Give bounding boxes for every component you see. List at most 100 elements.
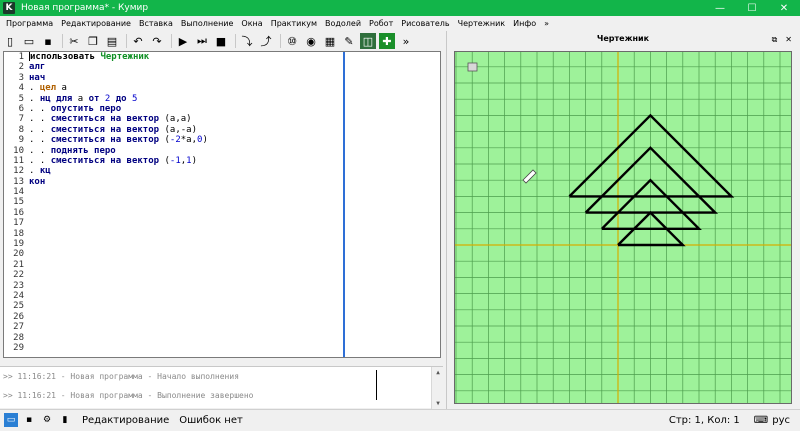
- maximize-button[interactable]: ☐: [736, 0, 768, 16]
- window-title: Новая программа* - Кумир: [21, 3, 149, 13]
- line-number: 4: [18, 83, 24, 94]
- line-number: 13: [13, 176, 24, 187]
- save-status-icon[interactable]: ▪: [22, 413, 36, 427]
- code-token: -2: [169, 135, 181, 146]
- app-icon: K: [3, 2, 15, 14]
- code-token: ): [202, 135, 208, 146]
- code-editor[interactable]: 1 2 3 4 5 6 7 8 9 10 11 12 13 14 15 16 17 18 19 20 21 22 23 24 2…: [3, 51, 441, 358]
- code-token: .: [29, 93, 40, 104]
- code-token: . .: [29, 114, 51, 125]
- line-number: 15: [13, 197, 24, 208]
- dolphin-icon[interactable]: ◉: [303, 33, 319, 49]
- paste-icon[interactable]: ▤: [104, 33, 120, 49]
- toolbar-overflow-icon[interactable]: »: [398, 33, 414, 49]
- drawer-icon[interactable]: ◫: [360, 33, 376, 49]
- line-number: 17: [13, 218, 24, 229]
- drawing-svg: [455, 52, 791, 403]
- code-area[interactable]: использовать Чертежник алг нач. цел а. нц …: [29, 52, 344, 357]
- keyboard-icon: ⌨: [753, 415, 769, 426]
- run-icon[interactable]: ▶: [175, 33, 191, 49]
- grid-icon[interactable]: ▦: [322, 33, 338, 49]
- code-line[interactable]: . цел а: [29, 83, 344, 93]
- step-out-icon[interactable]: ⤴: [258, 33, 274, 49]
- line-number: 26: [13, 311, 24, 322]
- code-token: сместиться на вектор: [50, 124, 160, 135]
- toolbar: ▯ ▭ ▪ ✂ ❐ ▤ ↶ ↷ ▶ ⏭ ■ ⤵ ⤴ ⑩ ◉ ▦ ✎ ◫ ✚»: [0, 31, 446, 51]
- run-step-icon[interactable]: ⏭: [194, 33, 210, 49]
- code-token: ): [191, 155, 198, 166]
- copy-icon[interactable]: ❐: [85, 33, 101, 49]
- line-number: 9: [18, 135, 24, 146]
- code-token: а: [72, 93, 89, 104]
- line-number: 1: [18, 52, 24, 62]
- code-line[interactable]: . . сместиться на вектор (-1,1): [29, 156, 344, 166]
- code-line[interactable]: . . опустить перо: [29, 104, 344, 114]
- scroll-up-icon[interactable]: ▲: [434, 369, 442, 376]
- code-line[interactable]: кон: [29, 177, 344, 187]
- console-line: >> 11:16:21 - Новая программа - Начало в…: [3, 372, 240, 381]
- redo-icon[interactable]: ↷: [149, 33, 165, 49]
- code-token: .: [29, 83, 40, 94]
- code-line[interactable]: . . сместиться на вектор (а,а): [29, 114, 344, 124]
- code-token: . .: [29, 124, 51, 135]
- line-number: 29: [13, 342, 24, 353]
- line-number: 12: [13, 166, 24, 177]
- menu-item[interactable]: Окна: [237, 19, 266, 28]
- stop-icon[interactable]: ■: [213, 33, 229, 49]
- save-icon[interactable]: ▪: [40, 33, 56, 49]
- menu-item[interactable]: Водолей: [321, 19, 365, 28]
- menu-item[interactable]: Программа: [2, 19, 57, 28]
- code-line[interactable]: . . сместиться на вектор (а,-а): [29, 125, 344, 135]
- code-token: . .: [29, 155, 51, 166]
- code-line[interactable]: алг: [29, 62, 344, 72]
- undock-icon[interactable]: ⧉: [772, 35, 778, 45]
- close-button[interactable]: ✕: [768, 0, 800, 16]
- code-token: (а,-а): [159, 124, 197, 135]
- new-file-icon[interactable]: ▯: [2, 33, 18, 49]
- settings-icon[interactable]: ⚙: [40, 413, 54, 427]
- menu-item[interactable]: Чертежник: [454, 19, 510, 28]
- counter-icon[interactable]: ⑩: [284, 33, 300, 49]
- menu-item[interactable]: Выполнение: [177, 19, 238, 28]
- undo-icon[interactable]: ↶: [130, 33, 146, 49]
- panel-close-icon[interactable]: ✕: [785, 35, 792, 45]
- console-scrollbar[interactable]: ▲ ▼: [431, 367, 443, 409]
- minimize-button[interactable]: —: [704, 0, 736, 16]
- drawer-canvas[interactable]: [454, 51, 792, 404]
- scroll-down-icon[interactable]: ▼: [434, 400, 442, 407]
- line-number: 8: [18, 124, 24, 135]
- trash-icon[interactable]: ▮: [58, 413, 72, 427]
- code-token: (а,а): [159, 114, 192, 125]
- menu-item[interactable]: Редактирование: [57, 19, 135, 28]
- brush-icon[interactable]: ✎: [341, 33, 357, 49]
- plus-icon[interactable]: ✚: [379, 33, 395, 49]
- code-token: цел: [39, 83, 57, 94]
- menu-item[interactable]: Практикум: [267, 19, 321, 28]
- code-token: сместиться на вектор: [50, 155, 160, 166]
- canvas-zoom-icon: [467, 62, 478, 72]
- code-line[interactable]: . . поднять перо: [29, 146, 344, 156]
- open-folder-icon[interactable]: ▭: [21, 33, 37, 49]
- code-token: . .: [29, 135, 51, 146]
- toolbar-separator: [235, 34, 236, 48]
- step-into-icon[interactable]: ⤵: [239, 33, 255, 49]
- menu-item[interactable]: Робот: [365, 19, 397, 28]
- code-line[interactable]: использовать Чертежник: [29, 52, 344, 62]
- line-number-gutter: 1 2 3 4 5 6 7 8 9 10 11 12 13 14 15 16 17 18 19 20 21 22 23 24 2…: [4, 52, 28, 357]
- editor-margin-line: [343, 52, 345, 357]
- cut-icon[interactable]: ✂: [66, 33, 82, 49]
- line-number: 3: [18, 72, 24, 83]
- code-line[interactable]: . . сместиться на вектор (-2*а,0): [29, 135, 344, 145]
- code-line[interactable]: . кц: [29, 166, 344, 176]
- code-line[interactable]: нач: [29, 73, 344, 83]
- menu-item[interactable]: »: [540, 19, 553, 28]
- menu-item[interactable]: Инфо: [509, 19, 540, 28]
- monitor-icon[interactable]: ▭: [4, 413, 18, 427]
- line-number: 21: [13, 259, 24, 270]
- menu-item[interactable]: Вставка: [135, 19, 177, 28]
- toolbar-separator: [126, 34, 127, 48]
- code-line[interactable]: . нц для а от 2 до 5: [29, 94, 344, 104]
- code-token: от: [88, 93, 100, 104]
- console-cursor: [376, 370, 377, 400]
- menu-item[interactable]: Рисователь: [397, 19, 453, 28]
